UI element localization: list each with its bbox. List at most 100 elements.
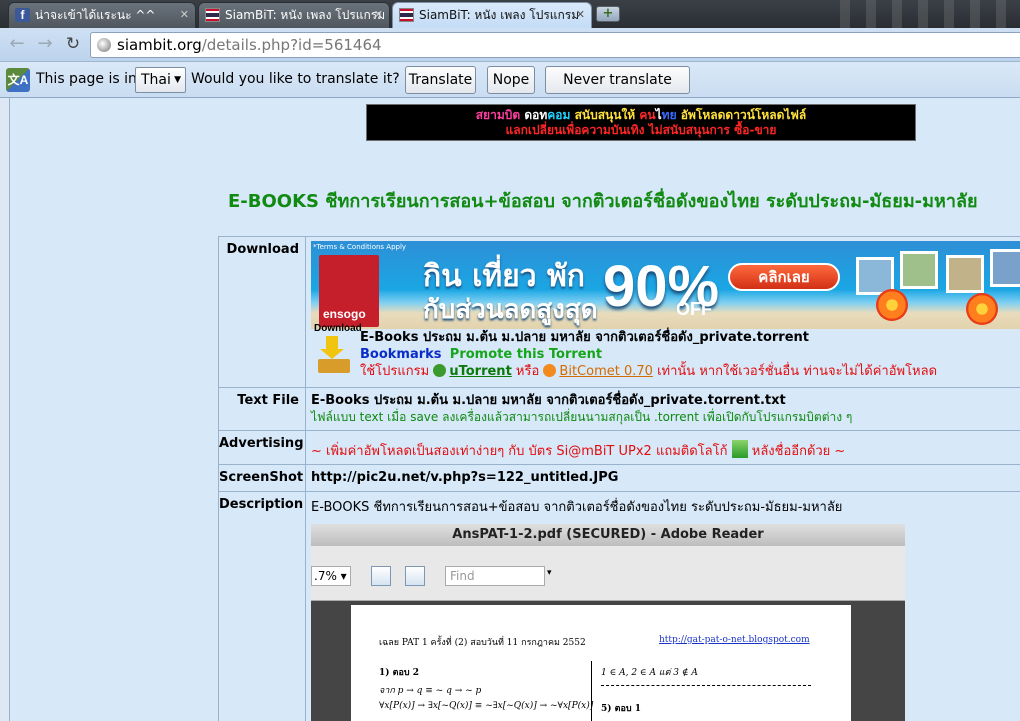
translate-question: Would you like to translate it? — [191, 71, 400, 87]
doc-q1-line1: จาก p → q ≡ ~ q → ~ p — [379, 686, 482, 696]
forward-arrow-icon[interactable]: → — [34, 34, 56, 56]
translate-bar: 文A This page is in Thai ▼ Would you like… — [0, 62, 1020, 114]
torrent-title: E-BOOKS ชีทการเรียนการสอน+ข้อสอบ จากติวเ… — [228, 191, 978, 212]
text-file-note: ไฟล์แบบ text เมื่อ save ลงเครื่องแล้วสาม… — [311, 410, 853, 424]
promo-part: คอม — [547, 108, 571, 122]
language-select[interactable]: Thai ▼ — [135, 67, 186, 93]
screenshot-url[interactable]: http://pic2u.net/v.php?s=122_untitled.JP… — [306, 465, 1020, 491]
row-value: ~ เพิ่มค่าอัพโหลดเป็นสองเท่าง่ายๆ กับ บั… — [306, 431, 1020, 464]
site-promo-banner: สยามบิต ดอทคอม สนับสนุนให้ คนไทย อัพโหลด… — [366, 104, 916, 141]
tab-facebook[interactable]: f น่าจะเข้าได้แระนะ ^^ ✕ — [8, 2, 196, 28]
doc-q5: 5) ตอบ 1 — [601, 704, 642, 714]
promo-part: คน — [639, 108, 656, 122]
doc-q1: 1) ตอบ 2 — [379, 668, 420, 678]
details-table: Download *Terms & Conditions Apply ensog… — [218, 236, 1020, 721]
utorrent-icon — [433, 364, 447, 377]
row-download: Download *Terms & Conditions Apply ensog… — [218, 236, 1020, 387]
arrow-icon — [326, 336, 338, 350]
utorrent-link[interactable]: uTorrent — [449, 364, 511, 379]
doc-divider — [591, 661, 592, 721]
row-label: Download — [219, 237, 306, 387]
tab-title: น่าจะเข้าได้แระนะ ^^ — [35, 8, 156, 22]
translate-button[interactable]: Translate — [405, 66, 476, 94]
close-icon[interactable]: ✕ — [576, 3, 585, 27]
photo-image — [946, 255, 984, 293]
find-placeholder: Find — [450, 569, 475, 583]
url-host: siambit.org — [117, 36, 202, 54]
bookmarks-link[interactable]: Bookmarks — [360, 347, 442, 362]
language-value: Thai — [141, 72, 171, 88]
fit-width-icon — [371, 566, 391, 586]
banner-photos — [856, 249, 1020, 327]
tab-siambit-1[interactable]: SiamBiT: หนัง เพลง โปรแกรม ✕ — [198, 2, 390, 28]
client-suffix: เท่านั้น หากใช้เวอร์ชั่นอื่น ท่านจะไม่ได… — [657, 364, 938, 379]
ad-text-after: หลังชื่ออีกด้วย ~ — [751, 444, 846, 459]
chevron-down-icon: ▾ — [547, 568, 552, 578]
flower-image — [966, 293, 998, 325]
promo-part: ทย — [661, 108, 677, 122]
download-icon[interactable]: Download — [314, 323, 362, 373]
close-icon[interactable]: ✕ — [374, 3, 383, 27]
promote-link[interactable]: Promote this Torrent — [450, 347, 602, 362]
row-label: Text File — [219, 388, 306, 430]
fit-page-icon — [405, 566, 425, 586]
torrent-file-link[interactable]: E-Books ประถม ม.ต้น ม.ปลาย มหาลัย จากติว… — [360, 330, 809, 345]
logo-text: ensogo — [323, 307, 366, 321]
translate-prefix: This page is in — [36, 71, 137, 87]
client-prefix: ใช้โปรแกรม — [360, 364, 430, 379]
row-screenshot: ScreenShot http://pic2u.net/v.php?s=122_… — [218, 464, 1020, 491]
back-arrow-icon[interactable]: ← — [6, 34, 28, 56]
download-icon-caption: Download — [314, 323, 362, 334]
doc-header: เฉลย PAT 1 ครั้งที่ (2) สอบวันที่ 11 กรก… — [379, 638, 586, 648]
row-label: Advertising — [219, 431, 306, 464]
pdf-title: AnsPAT-1-2.pdf (SECURED) - Adobe Reader — [311, 524, 905, 546]
never-translate-button[interactable]: Never translate Thai — [545, 66, 690, 114]
tab-title: SiamBiT: หนัง เพลง โปรแกรม — [419, 8, 580, 22]
banner-terms: *Terms & Conditions Apply — [313, 243, 407, 251]
doc-q1-line2: ∀x[P(x)] → ∃x[~Q(x)] ≡ ~∃x[~Q(x)] → ~∀x[… — [379, 701, 594, 711]
reload-icon[interactable]: ↻ — [62, 34, 84, 56]
row-value: E-BOOKS ชีทการเรียนการสอน+ข้อสอบ จากติวเ… — [306, 492, 1020, 721]
facebook-icon: f — [15, 8, 30, 22]
banner-cta-button[interactable]: คลิกเลย — [728, 263, 840, 291]
promo-line-1: สยามบิต ดอทคอม สนับสนุนให้ คนไทย อัพโหลด… — [367, 108, 915, 123]
promo-line-2: แลกเปลี่ยนเพื่อความบันเทิง ไม่สนับสนุนกา… — [505, 123, 777, 137]
ensogo-logo: ensogo — [319, 255, 379, 327]
row-label: ScreenShot — [219, 465, 306, 491]
ad-text: ~ เพิ่มค่าอัพโหลดเป็นสองเท่าง่ายๆ กับ บั… — [311, 444, 728, 459]
zoom-value: .7% — [314, 569, 337, 583]
thai-flag-icon — [399, 8, 414, 22]
nope-button[interactable]: Nope — [487, 66, 535, 94]
row-advertising: Advertising ~ เพิ่มค่าอัพโหลดเป็นสองเท่า… — [218, 430, 1020, 464]
bitcomet-icon — [543, 364, 557, 377]
find-field: Find — [445, 566, 545, 586]
thai-flag-icon — [205, 8, 220, 22]
doc-link: http://gat-pat-o-net.blogspot.com — [659, 635, 810, 645]
url-text[interactable]: siambit.org/details.php?id=561464 — [117, 36, 382, 54]
zoom-field: .7% ▾ — [311, 566, 351, 586]
promo-part: อัพโหลดดาวน์โหลดไฟล์ — [676, 108, 807, 122]
page-icon — [97, 38, 111, 52]
new-tab-button[interactable]: + — [596, 6, 620, 22]
promo-part: ดอท — [520, 108, 548, 122]
photo-image — [900, 251, 938, 289]
address-bar[interactable]: siambit.org/details.php?id=561464 — [90, 32, 1020, 58]
banner-off: OFF — [676, 299, 712, 319]
photo-image — [990, 249, 1020, 287]
browser-toolbar: ← → ↻ siambit.org/details.php?id=561464 — [0, 28, 1020, 62]
row-value: E-Books ประถม ม.ต้น ม.ปลาย มหาลัย จากติว… — [306, 388, 1020, 430]
doc-dashed-line — [601, 685, 811, 686]
promo-part: สนับสนุนให้ — [570, 108, 640, 122]
logo-icon — [731, 440, 748, 458]
banner-headline-2: กับส่วนลดสูงสุด — [423, 295, 598, 325]
ad-banner-ensogo[interactable]: *Terms & Conditions Apply ensogo กิน เที… — [311, 241, 1020, 329]
text-file-link[interactable]: E-Books ประถม ม.ต้น ม.ปลาย มหาลัย จากติว… — [311, 392, 1020, 409]
window-decoration — [840, 0, 1020, 28]
close-icon[interactable]: ✕ — [180, 3, 189, 27]
bitcomet-link[interactable]: BitComet 0.70 — [559, 364, 653, 379]
description-text: E-BOOKS ชีทการเรียนการสอน+ข้อสอบ จากติวเ… — [311, 500, 843, 515]
tab-siambit-2[interactable]: SiamBiT: หนัง เพลง โปรแกรม ✕ — [392, 2, 592, 28]
row-text-file: Text File E-Books ประถม ม.ต้น ม.ปลาย มหา… — [218, 387, 1020, 430]
tab-title: SiamBiT: หนัง เพลง โปรแกรม — [225, 8, 386, 22]
box-icon — [318, 359, 350, 373]
